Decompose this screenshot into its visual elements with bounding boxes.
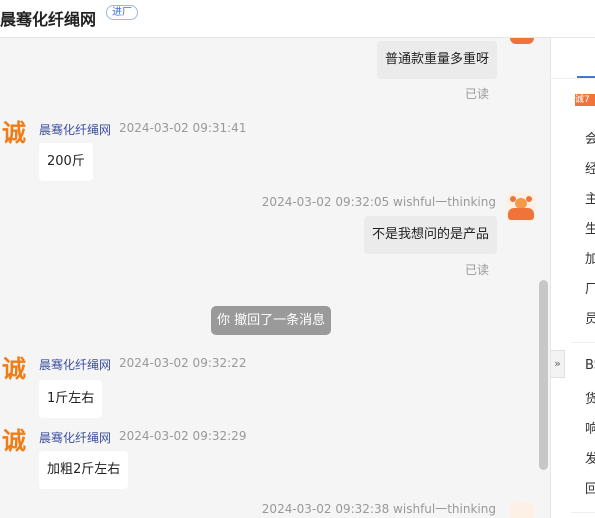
shop-avatar-icon[interactable]: 诚 — [2, 354, 32, 384]
user-message-meta: 2024-03-02 09:32:38 wishful一thinking — [261, 502, 496, 516]
shop-message-bubble[interactable]: 加粗2斤左右 — [39, 451, 129, 489]
message-time: 2024-03-02 09:32:22 — [119, 356, 247, 370]
integrity-badge: 诚7 — [575, 94, 595, 106]
panel-item: 员 — [585, 312, 595, 327]
panel-item: 生 — [585, 222, 595, 237]
sender-name: 晨骞化纤绳网 — [39, 358, 112, 372]
collapse-panel-icon[interactable]: » — [551, 350, 565, 378]
recall-notice: 你 撤回了一条消息 — [211, 306, 332, 335]
divider — [571, 342, 595, 343]
shop-avatar-icon[interactable]: 诚 — [2, 118, 32, 148]
right-info-panel: 诚7 会 经 主 生 加 厂 员 » BS 货 响 发 回 — [550, 38, 595, 518]
panel-item: BS — [585, 358, 595, 373]
shop-avatar-icon[interactable]: 诚 — [2, 426, 32, 456]
divider — [571, 512, 595, 513]
user-avatar-partial — [510, 502, 534, 518]
panel-item: 厂 — [585, 282, 595, 297]
message-time: 2024-03-02 09:31:41 — [119, 121, 247, 135]
shop-name[interactable]: 晨骞化纤绳网 — [0, 6, 96, 30]
read-status: 已读 — [465, 87, 490, 101]
user-avatar-icon[interactable] — [506, 192, 536, 222]
user-avatar-partial — [510, 38, 534, 44]
panel-item: 货 — [585, 392, 595, 407]
shop-message-bubble[interactable]: 200斤 — [39, 143, 93, 181]
divider — [551, 78, 595, 79]
panel-item: 主 — [585, 192, 595, 207]
panel-item: 发 — [585, 452, 595, 467]
panel-item: 加 — [585, 252, 595, 267]
panel-item: 响 — [585, 422, 595, 437]
message-time: 2024-03-02 09:32:29 — [119, 429, 247, 443]
panel-item: 回 — [585, 482, 595, 497]
factory-badge[interactable]: 进厂 — [106, 5, 138, 20]
chat-header: 晨骞化纤绳网 进厂 — [0, 0, 595, 38]
user-message-bubble[interactable]: 普通款重量多重呀 — [376, 41, 497, 79]
user-message-bubble[interactable]: 不是我想问的是产品 — [363, 216, 497, 254]
shop-message-bubble[interactable]: 1斤左右 — [39, 380, 103, 418]
panel-item: 经 — [585, 162, 595, 177]
panel-item: 会 — [585, 132, 595, 147]
sender-name: 晨骞化纤绳网 — [39, 431, 112, 445]
read-status: 已读 — [465, 263, 490, 277]
chat-scrollbar[interactable] — [539, 280, 548, 470]
chat-message-area[interactable]: 普通款重量多重呀 已读 诚 晨骞化纤绳网 2024-03-02 09:31:41… — [0, 38, 550, 518]
sender-name: 晨骞化纤绳网 — [39, 123, 112, 137]
user-message-meta: 2024-03-02 09:32:05 wishful一thinking — [261, 195, 496, 209]
